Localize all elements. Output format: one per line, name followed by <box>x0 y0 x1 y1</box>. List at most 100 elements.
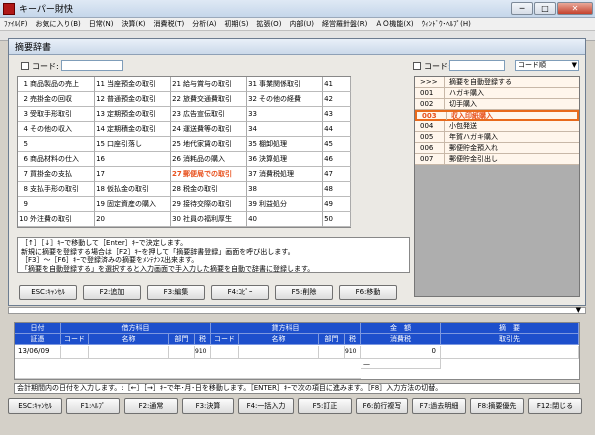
function-key-button[interactable]: F6:前行複写 <box>356 398 408 414</box>
category-cell[interactable]: 11 当座預金の取引 <box>95 77 171 92</box>
menu-item[interactable]: 拡張(O) <box>252 19 285 29</box>
menu-item[interactable]: 経営羅針盤(R) <box>318 19 371 29</box>
function-key-button[interactable]: F3:決算 <box>182 398 234 414</box>
category-cell[interactable]: 25 地代家賃の取引 <box>171 137 247 152</box>
entry-debit-tax[interactable]: 910 <box>195 346 211 359</box>
minimize-button[interactable]: ─ <box>511 2 533 15</box>
category-cell[interactable]: 17 <box>95 167 171 182</box>
summary-list-item[interactable]: 005 年賀ハガキ購入 <box>415 132 579 143</box>
category-cell[interactable]: 33 <box>247 107 323 122</box>
category-cell[interactable]: 35 棚卸処理 <box>247 137 323 152</box>
category-cell[interactable]: 29 接待交際の取引 <box>171 197 247 212</box>
code-input[interactable] <box>61 60 123 71</box>
category-cell[interactable]: 45 <box>323 137 351 152</box>
dialog-button[interactable]: F5:削除 <box>275 285 333 300</box>
entry-credit-tax[interactable]: 910 <box>345 346 361 359</box>
menu-item[interactable]: 日常(N) <box>85 19 118 29</box>
entry-date[interactable]: 13/06/09 <box>15 346 61 359</box>
category-cell[interactable]: 18 仮払金の取引 <box>95 182 171 197</box>
category-cell[interactable]: 38 <box>247 182 323 197</box>
category-cell[interactable]: 26 消耗品の購入 <box>171 152 247 167</box>
right-code-input[interactable] <box>449 60 505 71</box>
function-key-button[interactable]: F5:訂正 <box>298 398 352 414</box>
function-key-button[interactable]: ESC:ｷｬﾝｾﾙ <box>8 398 62 414</box>
category-cell[interactable]: 30 社員の福利厚生 <box>171 212 247 227</box>
entry-debit-dept[interactable] <box>169 346 195 359</box>
menu-item[interactable]: ｳｨﾝﾄﾞｳ･ﾍﾙﾌﾟ(H) <box>418 19 475 29</box>
menu-item[interactable]: 分析(A) <box>188 19 220 29</box>
menu-item[interactable]: ﾌｧｲﾙ(F) <box>0 19 32 29</box>
menu-item[interactable]: 決算(K) <box>117 19 149 29</box>
category-cell[interactable]: 34 <box>247 122 323 137</box>
category-cell[interactable]: 14 定期積金の取引 <box>95 122 171 137</box>
category-cell[interactable]: 9 <box>18 197 95 212</box>
category-cell[interactable]: 41 <box>323 77 351 92</box>
chevron-down-icon[interactable]: ▼ <box>572 61 577 70</box>
menu-item[interactable]: 初期(S) <box>221 19 253 29</box>
entry-credit-dept[interactable] <box>319 346 345 359</box>
category-cell[interactable]: 48 <box>323 182 351 197</box>
maximize-button[interactable]: □ <box>534 2 556 15</box>
entry-debit-name[interactable] <box>89 346 169 359</box>
entry-credit-name[interactable] <box>239 346 319 359</box>
summary-list-item[interactable]: 007 郵便貯金引出し <box>415 154 579 165</box>
dialog-button[interactable]: F3:編集 <box>147 285 205 300</box>
category-cell[interactable]: 16 <box>95 152 171 167</box>
category-cell[interactable]: 7 買掛金の支払 <box>18 167 95 182</box>
category-cell[interactable]: 27郵便局での取引 <box>171 167 247 182</box>
category-cell[interactable]: 37 消費税処理 <box>247 167 323 182</box>
menu-item[interactable]: ＡＯ機能(X) <box>371 19 417 29</box>
function-key-button[interactable]: F1:ﾍﾙﾌﾟ <box>66 398 120 414</box>
category-cell[interactable]: 4 その他の収入 <box>18 122 95 137</box>
category-cell[interactable]: 36 決算処理 <box>247 152 323 167</box>
function-key-button[interactable]: F2:通常 <box>124 398 178 414</box>
summary-list-item[interactable]: 002 切手購入 <box>415 99 579 110</box>
category-cell[interactable]: 12 普通預金の取引 <box>95 92 171 107</box>
category-cell[interactable]: 2 売掛金の回収 <box>18 92 95 107</box>
menu-item[interactable]: 消費税(T) <box>150 19 189 29</box>
category-cell[interactable]: 19 固定資産の購入 <box>95 197 171 212</box>
function-key-button[interactable]: F4:一括入力 <box>238 398 294 414</box>
right-code-checkbox[interactable] <box>413 62 421 70</box>
category-cell[interactable]: 22 旅費交通費取引 <box>171 92 247 107</box>
summary-list-item[interactable]: 004 小包発送 <box>415 121 579 132</box>
category-cell[interactable]: 21 給与賞与の取引 <box>171 77 247 92</box>
category-cell[interactable]: 39 利益処分 <box>247 197 323 212</box>
close-button[interactable]: ✕ <box>557 2 593 15</box>
entry-row-2[interactable] <box>15 359 361 379</box>
category-cell[interactable]: 1 商品製品の売上 <box>18 77 95 92</box>
menu-item[interactable]: 内部(U) <box>285 19 318 29</box>
category-cell[interactable]: 50 <box>323 212 351 227</box>
category-cell[interactable]: 13 定期預金の取引 <box>95 107 171 122</box>
dialog-button[interactable]: F6:移動 <box>339 285 397 300</box>
entry-debit-code[interactable] <box>61 346 89 359</box>
dialog-button[interactable]: ESC:ｷｬﾝｾﾙ <box>19 285 77 300</box>
category-cell[interactable]: 8 支払手形の取引 <box>18 182 95 197</box>
category-cell[interactable]: 6 商品材料の仕入 <box>18 152 95 167</box>
dialog-button[interactable]: F4:ｺﾋﾟｰ <box>211 285 269 300</box>
entry-summary[interactable] <box>441 346 579 359</box>
sort-order-select[interactable]: コード順 ▼ <box>515 60 579 71</box>
category-cell[interactable]: 15 口座引落し <box>95 137 171 152</box>
category-cell[interactable]: 47 <box>323 167 351 182</box>
entry-consumption-tax[interactable]: 0 <box>361 346 441 359</box>
entry-credit-code[interactable] <box>211 346 239 359</box>
category-cell[interactable]: 31 事業関係取引 <box>247 77 323 92</box>
summary-list-item[interactable]: 003 収入印紙購入 <box>415 110 579 121</box>
function-key-button[interactable]: F12:閉じる <box>528 398 582 414</box>
chevron-down-icon[interactable]: ▼ <box>576 306 581 314</box>
category-cell[interactable]: 42 <box>323 92 351 107</box>
category-cell[interactable]: 3 受取手形取引 <box>18 107 95 122</box>
category-cell[interactable]: 28 税金の取引 <box>171 182 247 197</box>
summary-list-item[interactable]: 006 郵便貯金預入れ <box>415 143 579 154</box>
function-key-button[interactable]: F8:摘要優先 <box>470 398 524 414</box>
category-cell[interactable]: 46 <box>323 152 351 167</box>
category-cell[interactable]: 44 <box>323 122 351 137</box>
function-key-button[interactable]: F7:過去明細 <box>412 398 466 414</box>
summary-list-item[interactable]: >>> 摘要を自動登録する <box>415 77 579 88</box>
category-cell[interactable]: 5 <box>18 137 95 152</box>
category-cell[interactable]: 43 <box>323 107 351 122</box>
summary-list-item[interactable]: 001 ハガキ購入 <box>415 88 579 99</box>
category-cell[interactable]: 24 運送費等の取引 <box>171 122 247 137</box>
category-cell[interactable]: 32 その他の経費 <box>247 92 323 107</box>
